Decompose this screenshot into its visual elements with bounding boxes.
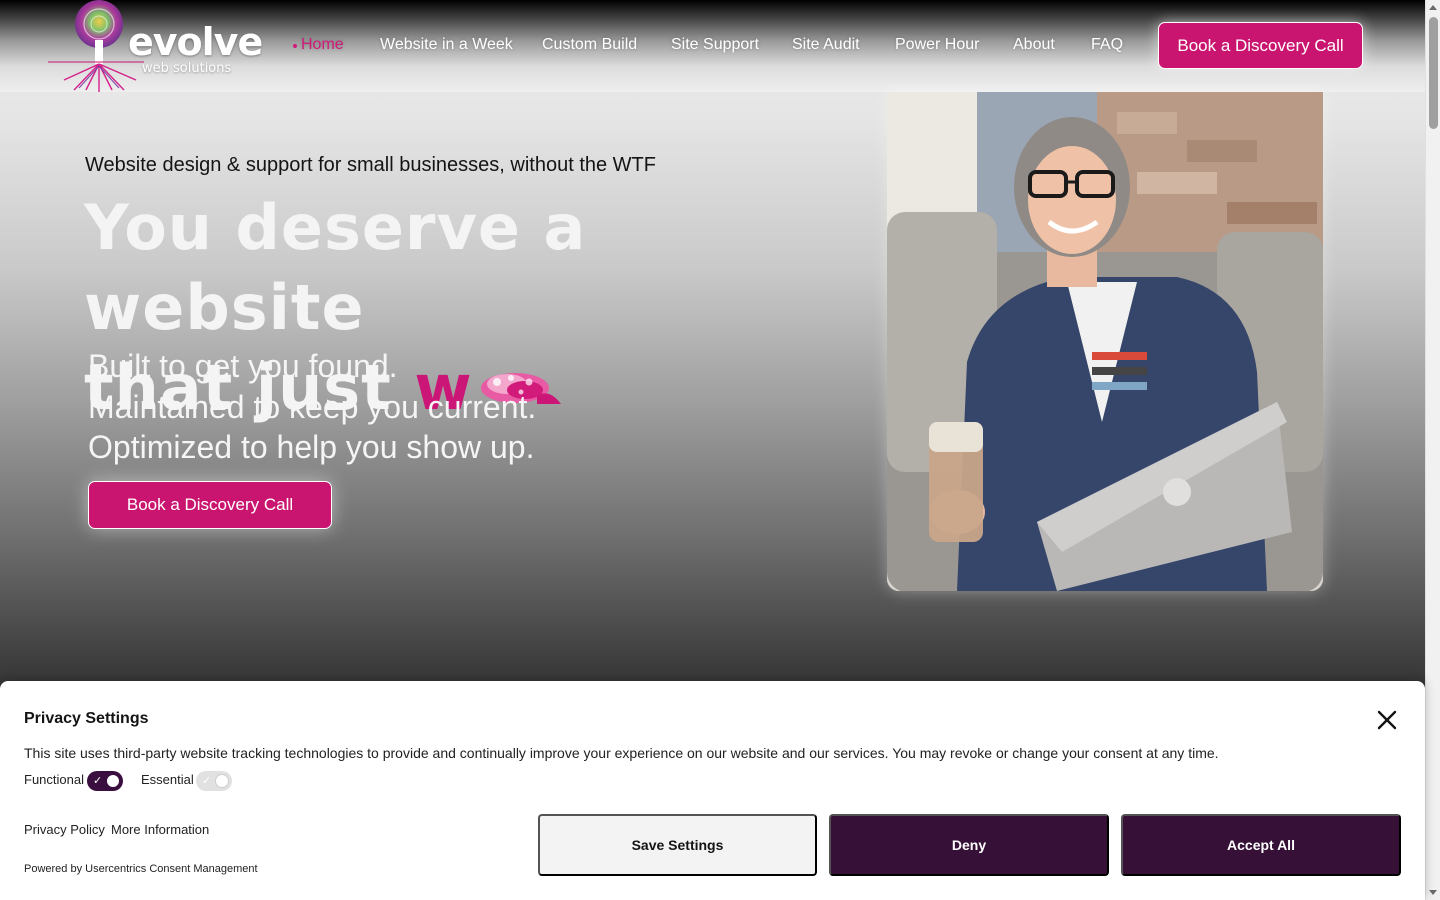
- privacy-policy-link[interactable]: Privacy Policy: [24, 822, 105, 837]
- subheadline-found: Built to get you found.: [88, 348, 398, 384]
- essential-toggle-label: Essential: [141, 772, 194, 787]
- privacy-settings-banner: Privacy Settings This site uses third-pa…: [0, 681, 1425, 900]
- subheadline-current: Maintained to keep you current.: [88, 388, 537, 425]
- accept-all-button[interactable]: Accept All: [1121, 814, 1401, 876]
- scroll-down-arrow-icon[interactable]: [1429, 890, 1437, 895]
- active-dot-icon: [293, 44, 297, 48]
- nav-item-home[interactable]: Home: [293, 36, 344, 54]
- check-icon: ✓: [93, 775, 103, 787]
- toggle-knob: [215, 774, 229, 788]
- logo-subtitle: web solutions: [142, 61, 232, 76]
- functional-toggle-label: Functional: [24, 772, 84, 787]
- essential-toggle: ✓: [196, 771, 232, 791]
- site-header: evolve web solutions Home Website in a W…: [0, 0, 1425, 92]
- logo-wordmark: evolve: [128, 20, 263, 64]
- nav-item-power-hour[interactable]: Power Hour: [895, 36, 979, 54]
- nav-item-site-support[interactable]: Site Support: [671, 36, 759, 54]
- privacy-title: Privacy Settings: [24, 710, 149, 727]
- scroll-thumb[interactable]: [1429, 17, 1438, 129]
- powered-by-text: Powered by Usercentrics Consent Manageme…: [24, 863, 258, 875]
- functional-toggle[interactable]: ✓: [87, 771, 123, 791]
- site-logo[interactable]: evolve web solutions: [42, 0, 263, 92]
- toggle-knob: [106, 774, 120, 788]
- close-icon[interactable]: [1374, 707, 1400, 733]
- privacy-description: This site uses third-party website track…: [24, 745, 1219, 761]
- nav-item-website-in-a-week[interactable]: Website in a Week: [380, 36, 513, 54]
- nav-item-site-audit[interactable]: Site Audit: [792, 36, 860, 54]
- nav-item-faq[interactable]: FAQ: [1091, 36, 1123, 54]
- hero-subheadlines: Built to get you found. Maintained to ke…: [88, 346, 536, 468]
- nav-item-about[interactable]: About: [1013, 36, 1055, 54]
- check-icon: ✓: [202, 775, 212, 787]
- deny-button[interactable]: Deny: [829, 814, 1109, 876]
- nav-item-custom-build[interactable]: Custom Build: [542, 36, 637, 54]
- save-settings-button[interactable]: Save Settings: [538, 814, 817, 876]
- header-discovery-call-button[interactable]: Book a Discovery Call: [1158, 22, 1363, 69]
- hero-portrait-photo: [887, 92, 1323, 591]
- scroll-up-arrow-icon[interactable]: [1429, 5, 1437, 10]
- hero-discovery-call-button[interactable]: Book a Discovery Call: [88, 481, 332, 529]
- page-scrollbar[interactable]: [1425, 0, 1440, 900]
- headline-line-1: You deserve a website: [84, 191, 587, 344]
- more-information-link[interactable]: More Information: [111, 822, 209, 837]
- portrait-illustration: [887, 92, 1323, 591]
- subheadline-show-up: Optimized to help you show up.: [88, 429, 535, 465]
- hero-tagline: Website design & support for small busin…: [85, 154, 656, 176]
- nav-item-label: Home: [301, 36, 344, 53]
